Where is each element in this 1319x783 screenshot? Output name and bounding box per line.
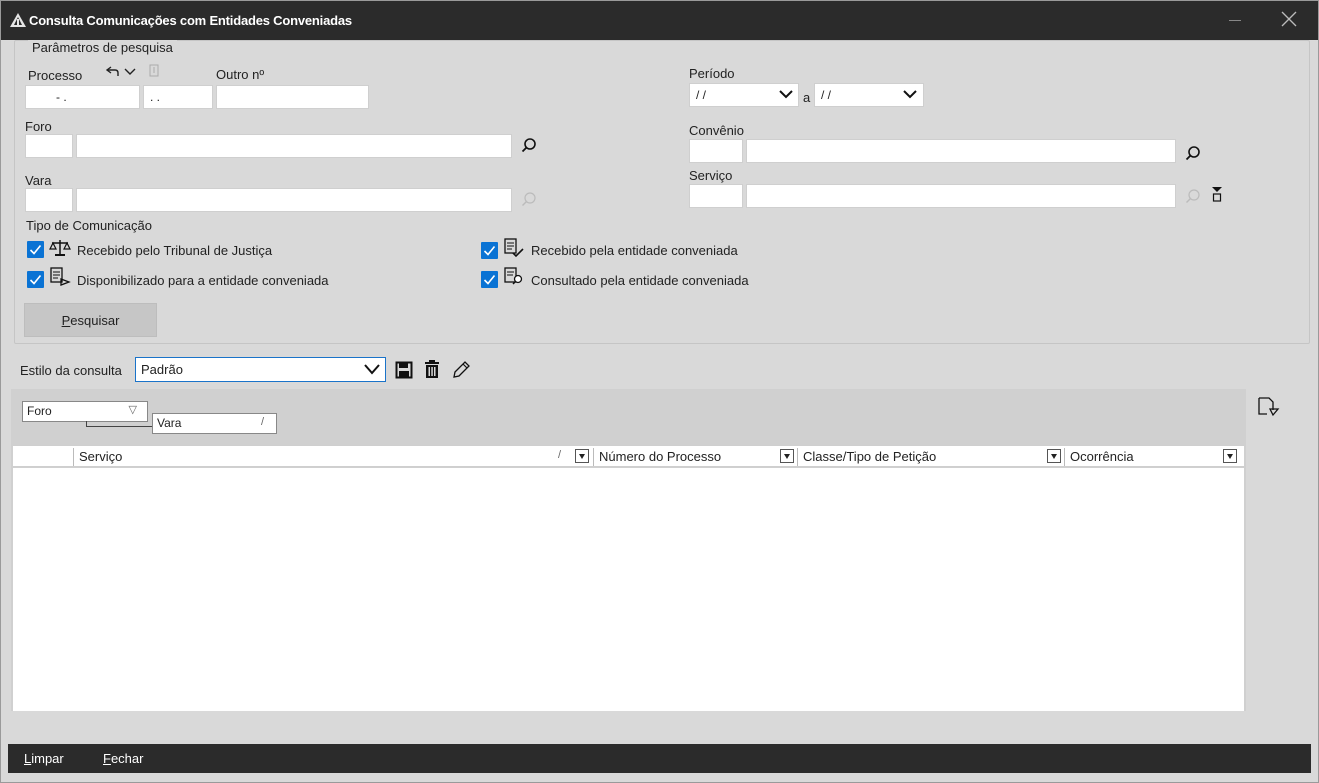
column-classe-tipo[interactable]: Classe/Tipo de Petição [803,449,936,464]
estilo-label: Estilo da consulta [20,363,122,378]
column-separator [593,448,594,466]
check-disponibilizado-label: Disponibilizado para a entidade convenia… [77,273,329,288]
periodo-separator: a [803,90,811,105]
pesquisar-label: esquisar [70,313,120,328]
checkmark-icon [29,244,42,255]
vara-code-input[interactable] [25,188,73,212]
limpar-button[interactable]: Limpar [24,751,64,766]
convenio-name-input[interactable] [746,139,1176,163]
results-grid-body[interactable] [13,468,1244,711]
convenio-code-input[interactable] [689,139,743,163]
processo-label: Processo [28,68,83,83]
column-numero-filter-icon[interactable] [780,449,794,463]
servico-search-icon [1186,189,1200,203]
window-title: Consulta Comunicações com Entidades Conv… [29,13,352,28]
document-search-icon [504,267,523,285]
close-icon[interactable] [1279,9,1299,29]
column-servico-filter-icon[interactable] [575,449,589,463]
sort-asc-icon[interactable]: / [261,416,264,428]
check-consultado-label: Consultado pela entidade conveniada [531,273,749,288]
fechar-label: echar [110,751,144,766]
results-grid-header: Serviço / Número do Processo Classe/Tipo… [13,445,1244,467]
periodo-end-dropdown-icon[interactable] [903,90,917,99]
column-ocorrencia[interactable]: Ocorrência [1070,449,1134,464]
vara-name-input[interactable] [76,188,512,212]
group-by-vara[interactable]: Vara / [152,413,277,434]
app-logo-icon [10,13,26,27]
limpar-label: impar [31,751,64,766]
group-vara-label: Vara [157,416,182,430]
servico-dropdown-icon[interactable] [1211,186,1223,202]
group-foro-label: Foro [27,404,52,418]
check-recebido-entidade-label: Recebido pela entidade conveniada [531,243,738,258]
checkmark-icon [29,274,42,285]
fechar-button[interactable]: Fechar [103,751,143,766]
foro-search-icon[interactable] [521,137,537,153]
checkmark-icon [483,274,496,285]
checkmark-icon [483,245,496,256]
search-params-legend: Parâmetros de pesquisa [28,40,177,55]
column-servico[interactable]: Serviço [79,449,122,464]
check-recebido-tribunal-label: Recebido pelo Tribunal de Justiça [77,243,273,258]
vara-label: Vara [25,173,52,188]
servico-name-input[interactable] [746,184,1176,208]
servico-label: Serviço [689,168,733,183]
column-numero-processo[interactable]: Número do Processo [599,449,721,464]
servico-code-input[interactable] [689,184,743,208]
column-chooser-icon[interactable] [1257,397,1281,417]
estilo-select[interactable]: Padrão [135,357,386,382]
group-connector [86,421,152,427]
pesquisar-button[interactable]: Pesquisar [24,303,157,337]
column-separator [797,448,798,466]
outro-label: Outro nº [216,67,265,82]
sort-desc-icon[interactable]: ▽ [129,403,137,416]
check-recebido-entidade[interactable] [481,242,498,259]
check-recebido-tribunal[interactable] [27,241,44,258]
column-classe-filter-icon[interactable] [1047,449,1061,463]
save-icon[interactable] [395,361,413,379]
vara-search-icon [522,192,536,206]
processo-suffix-input[interactable]: . . [143,85,213,109]
chevron-down-icon[interactable] [124,67,136,76]
minimize-button[interactable] [1226,10,1246,30]
title-bar: Consulta Comunicações com Entidades Conv… [0,0,1319,40]
bottom-action-bar: Limpar Fechar [8,744,1311,773]
convenio-search-icon[interactable] [1185,145,1201,161]
check-disponibilizado[interactable] [27,271,44,288]
foro-code-input[interactable] [25,134,73,158]
column-separator [1064,448,1065,466]
column-ocorrencia-filter-icon[interactable] [1223,449,1237,463]
window-bottom-edge [0,773,1319,783]
outro-numero-input[interactable] [216,85,369,109]
estilo-value: Padrão [141,362,183,377]
fechar-hotkey: F [103,751,111,766]
document-disabled-icon [149,64,159,77]
scales-icon [49,240,71,256]
convenio-label: Convênio [689,123,744,138]
column-servico-sort-icon[interactable]: / [558,449,561,461]
tipo-comunicacao-label: Tipo de Comunicação [26,218,152,233]
periodo-start-dropdown-icon[interactable] [779,90,793,99]
group-by-foro[interactable]: Foro ▽ [22,401,148,422]
delete-icon[interactable] [424,360,440,379]
document-check-icon [504,238,524,258]
periodo-label: Período [689,66,735,81]
pesquisar-hotkey: P [61,313,71,328]
check-consultado[interactable] [481,271,498,288]
document-send-icon [50,267,71,286]
foro-label: Foro [25,119,52,134]
edit-pencil-icon[interactable] [451,360,471,380]
undo-icon[interactable] [106,65,120,77]
processo-number-input[interactable]: - . [25,85,140,109]
foro-name-input[interactable] [76,134,512,158]
estilo-dropdown-icon[interactable] [364,364,380,375]
column-separator [73,448,74,466]
